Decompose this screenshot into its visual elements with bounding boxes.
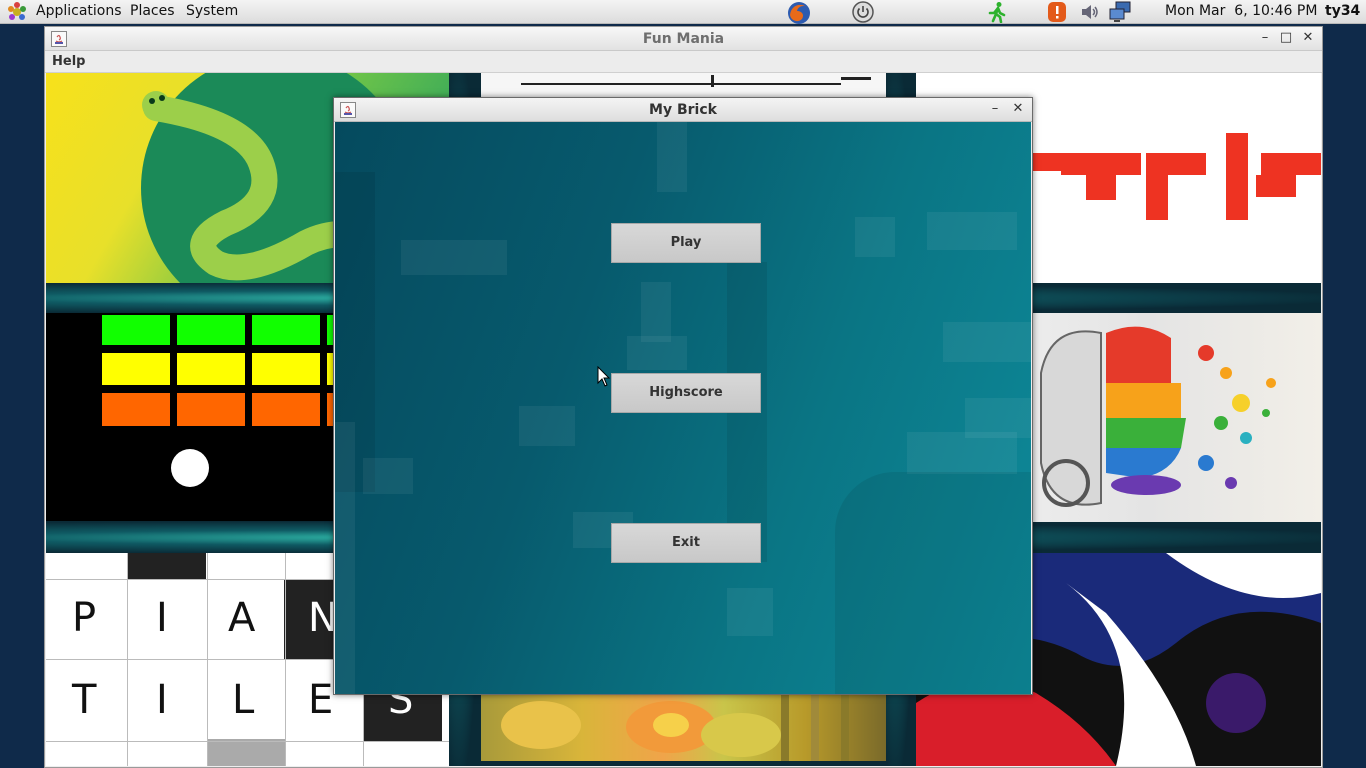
window-title: Fun Mania (642, 31, 725, 47)
background-block (835, 472, 1031, 694)
background-block (627, 336, 687, 370)
maximize-button[interactable]: □ (1277, 29, 1295, 47)
piano-letter: P (72, 595, 97, 641)
places-menu[interactable]: Places (130, 3, 175, 19)
background-block (519, 406, 575, 446)
clock[interactable]: Mon Mar 6, 10:46 PM (1165, 3, 1317, 19)
gnome-foot-icon[interactable] (6, 1, 28, 23)
background-block (657, 122, 687, 192)
brick-game-tile[interactable] (46, 313, 336, 521)
background-block (943, 322, 1031, 362)
background-block (401, 240, 507, 275)
running-man-icon[interactable] (986, 1, 1008, 24)
minimize-button[interactable]: – (986, 100, 1004, 118)
piano-letter: L (232, 677, 255, 723)
play-button[interactable]: Play (611, 223, 761, 263)
background-block (727, 588, 773, 636)
alert-icon[interactable] (1046, 1, 1068, 23)
firefox-icon[interactable] (787, 1, 810, 24)
minimize-button[interactable]: – (1256, 29, 1274, 47)
close-button[interactable]: ✕ (1009, 100, 1027, 118)
piano-letter: A (228, 595, 256, 641)
my-brick-titlebar[interactable]: My Brick – ✕ (334, 98, 1032, 122)
background-block (907, 432, 1017, 474)
exit-button[interactable]: Exit (611, 523, 761, 563)
dialog-title: My Brick (649, 102, 717, 118)
highscore-button[interactable]: Highscore (611, 373, 761, 413)
volume-icon[interactable] (1079, 1, 1101, 23)
menu-bar: Help (45, 51, 1322, 73)
background-block (927, 212, 1017, 250)
game-tile-top[interactable] (481, 73, 886, 98)
top-panel: Applications Places System Mon Mar 6, 10… (0, 0, 1366, 24)
game-menu-panel: Play Highscore Exit (335, 122, 1031, 694)
fun-mania-titlebar[interactable]: Fun Mania – □ ✕ (45, 27, 1322, 51)
power-icon[interactable] (852, 1, 874, 23)
background-block (335, 422, 355, 694)
brain-art-tile[interactable] (1031, 313, 1321, 522)
applications-menu[interactable]: Applications (36, 3, 122, 19)
user-name[interactable]: ty34 (1325, 3, 1360, 19)
flowers-tile[interactable] (481, 695, 886, 761)
piano-letter: E (308, 677, 334, 723)
piano-letter: I (156, 595, 168, 641)
background-block (641, 282, 671, 342)
network-icon[interactable] (1108, 1, 1131, 23)
my-brick-window: My Brick – ✕ Play Highscore Exit (333, 97, 1033, 695)
mouse-pointer-icon (597, 365, 611, 392)
piano-letter: I (156, 677, 168, 723)
background-block (965, 398, 1031, 438)
close-button[interactable]: ✕ (1299, 29, 1317, 47)
piano-letter: T (72, 677, 97, 723)
system-menu[interactable]: System (186, 3, 238, 19)
background-block (363, 458, 413, 494)
background-block (855, 217, 895, 257)
help-menu[interactable]: Help (52, 54, 85, 69)
